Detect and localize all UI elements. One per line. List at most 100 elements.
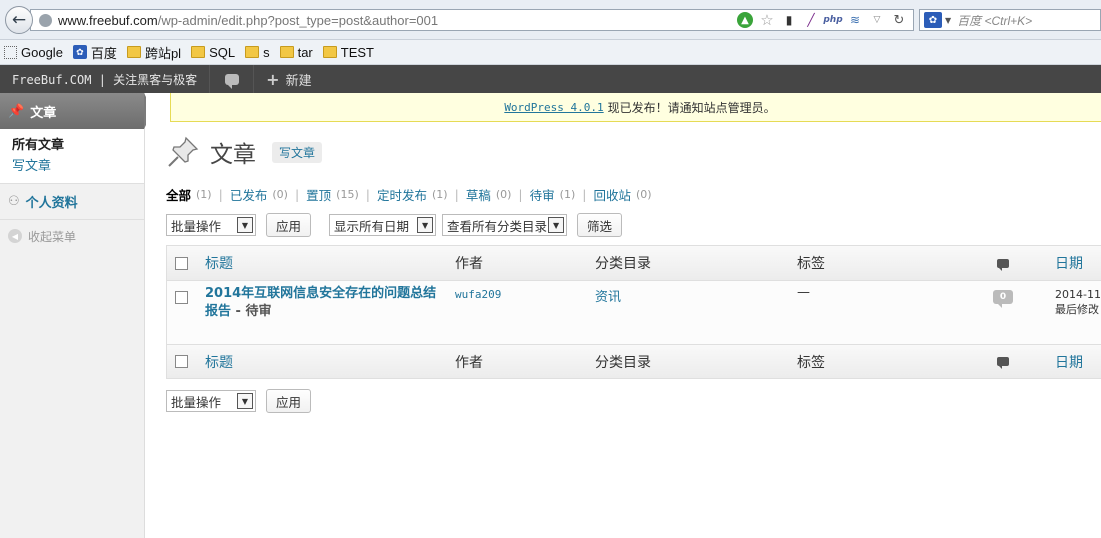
php-icon[interactable]: php — [823, 12, 842, 28]
select-all-checkbox[interactable] — [175, 256, 188, 270]
search-engine-dropdown-icon[interactable]: ▼ — [945, 16, 951, 25]
admin-bar-comments[interactable] — [210, 65, 255, 93]
address-bar-icons: ▲ ☆ ▮ ╱ php ≋ ▽ ↻ — [737, 11, 907, 29]
column-comments[interactable] — [997, 258, 1009, 271]
globe-icon — [39, 13, 52, 27]
page-icon — [4, 45, 17, 59]
bookmark-folder-test[interactable]: TEST — [322, 45, 374, 60]
bookmark-folder-sql[interactable]: SQL — [191, 45, 235, 60]
reload-icon[interactable]: ↻ — [891, 12, 907, 28]
folder-icon — [279, 46, 294, 58]
column-categories: 分类目录 — [595, 256, 651, 272]
dropdown-arrow-icon[interactable]: ▽ — [869, 12, 885, 28]
column-date-bottom[interactable]: 日期 — [1055, 352, 1083, 372]
admin-sidebar: 📌 文章 所有文章 写文章 ⚇ 个人资料 ◀ 收起菜单 — [0, 93, 153, 538]
tablenav-bottom: 批量操作 ▼ 应用 — [166, 389, 312, 413]
column-author: 作者 — [455, 256, 483, 272]
bulk-action-select-top[interactable]: 批量操作 ▼ — [166, 214, 256, 236]
bookmark-folder-tar[interactable]: tar — [279, 45, 313, 60]
column-date[interactable]: 日期 — [1055, 253, 1083, 273]
column-comments-bottom[interactable] — [997, 357, 1009, 369]
post-date: 2014-11- 最后修改 — [1055, 288, 1101, 316]
main-content: WordPress 4.0.1 现已发布！请通知站点管理员。 文章 写文章 全部… — [146, 93, 1101, 538]
column-categories-bottom: 分类目录 — [595, 354, 651, 371]
table-row: 2014年互联网信息安全存在的问题总结报告 - 待审 wufa209 资讯 — … — [167, 280, 1101, 344]
address-bar[interactable]: www.freebuf.com/wp-admin/edit.php?post_t… — [30, 9, 914, 31]
status-pending[interactable]: 待审 — [530, 185, 555, 204]
back-button[interactable]: ← — [5, 6, 33, 34]
bookmark-folder-xss[interactable]: 跨站pl — [126, 43, 181, 62]
browser-toolbar: www.freebuf.com/wp-admin/edit.php?post_t… — [0, 0, 1101, 40]
column-author-bottom: 作者 — [455, 354, 483, 371]
table-header: 标题 作者 分类目录 标签 日期 — [167, 246, 1101, 280]
dropdown-arrow-icon: ▼ — [417, 217, 434, 233]
category-filter-select[interactable]: 查看所有分类目录 ▼ — [442, 214, 568, 236]
pushpin-icon — [168, 136, 199, 167]
status-scheduled[interactable]: 定时发布 — [377, 185, 427, 204]
url-text: www.freebuf.com/wp-admin/edit.php?post_t… — [58, 12, 439, 28]
bookmark-folder-s[interactable]: s — [245, 45, 270, 60]
column-title-bottom[interactable]: 标题 — [205, 352, 233, 372]
go-arrow-icon[interactable]: ▲ — [737, 12, 753, 28]
comments-column-icon — [997, 258, 1009, 271]
bookmark-baidu[interactable]: ✿ 百度 — [72, 43, 117, 62]
bulk-action-select-bottom[interactable]: 批量操作 ▼ — [166, 390, 256, 412]
date-filter-select[interactable]: 显示所有日期 ▼ — [329, 214, 437, 236]
post-comment-count[interactable]: 0 — [993, 290, 1013, 308]
phone-icon[interactable]: ▮ — [781, 12, 797, 28]
folder-icon — [245, 46, 260, 58]
filter-button[interactable]: 筛选 — [577, 213, 623, 237]
status-published[interactable]: 已发布 — [230, 185, 268, 204]
apply-button-bottom[interactable]: 应用 — [266, 389, 312, 413]
feather-icon[interactable]: ╱ — [803, 12, 819, 28]
submenu-all-posts[interactable]: 所有文章 — [12, 135, 144, 156]
post-tags: — — [797, 285, 810, 300]
baidu-paw-icon[interactable]: ✿ — [924, 12, 942, 28]
collapse-menu[interactable]: ◀ 收起菜单 — [0, 220, 144, 252]
update-notice: WordPress 4.0.1 现已发布！请通知站点管理员。 — [170, 93, 1101, 122]
column-tags-bottom: 标签 — [797, 354, 825, 371]
menu-profile[interactable]: ⚇ 个人资料 — [0, 184, 144, 220]
comment-bubble-icon — [224, 73, 239, 89]
pin-icon: 📌 — [8, 103, 25, 119]
status-sticky[interactable]: 置顶 — [306, 185, 331, 204]
search-box[interactable]: ✿ ▼ 百度 <Ctrl+K> — [919, 9, 1101, 31]
update-notice-text: 现已发布！请通知站点管理员。 — [607, 100, 776, 115]
row-checkbox[interactable] — [175, 291, 188, 304]
status-trash[interactable]: 回收站 — [593, 185, 631, 204]
select-all-checkbox-bottom[interactable] — [175, 355, 188, 368]
column-tags: 标签 — [797, 256, 825, 272]
back-arrow-icon: ← — [11, 10, 27, 30]
bookmarks-bar: Google ✿ 百度 跨站pl SQL s tar TEST — [0, 40, 1101, 65]
bookmark-google[interactable]: Google — [4, 45, 63, 60]
posts-submenu: 所有文章 写文章 — [0, 129, 144, 184]
dropdown-arrow-icon: ▼ — [548, 217, 565, 233]
star-icon[interactable]: ☆ — [759, 11, 775, 29]
page-header: 文章 写文章 — [166, 135, 323, 169]
post-category[interactable]: 资讯 — [595, 286, 621, 305]
admin-bar-new[interactable]: + 新建 — [254, 65, 323, 93]
folder-icon — [126, 46, 141, 58]
update-notice-link[interactable]: WordPress 4.0.1 — [504, 101, 603, 114]
post-title-link[interactable]: 2014年互联网信息安全存在的问题总结报告 - 待审 — [205, 285, 445, 321]
dropdown-arrow-icon: ▼ — [237, 217, 253, 233]
status-draft[interactable]: 草稿 — [466, 185, 491, 204]
collapse-arrow-icon: ◀ — [8, 229, 22, 243]
wave-icon[interactable]: ≋ — [847, 12, 863, 28]
baidu-paw-icon: ✿ — [72, 45, 87, 59]
status-all[interactable]: 全部 — [166, 185, 191, 204]
folder-icon — [322, 46, 337, 58]
submenu-add-post[interactable]: 写文章 — [12, 156, 144, 177]
post-author[interactable]: wufa209 — [455, 288, 501, 301]
comments-column-icon — [997, 357, 1009, 369]
search-placeholder: 百度 <Ctrl+K> — [957, 13, 1033, 28]
wp-admin-bar: FreeBuf.COM | 关注黑客与极客 + 新建 — [0, 65, 1101, 93]
page-title: 文章 — [210, 142, 256, 168]
column-title[interactable]: 标题 — [205, 253, 233, 273]
table-footer: 标题 作者 分类目录 标签 日期 — [167, 344, 1101, 378]
apply-button-top[interactable]: 应用 — [266, 213, 312, 237]
menu-posts[interactable]: 📌 文章 — [0, 93, 153, 129]
post-status-filter: 全部 (1) | 已发布 (0) | 置顶 (15) | 定时发布 (1) | 草稿 (0… — [166, 185, 652, 204]
add-new-post-button[interactable]: 写文章 — [272, 141, 323, 163]
admin-bar-site-name[interactable]: FreeBuf.COM | 关注黑客与极客 — [0, 65, 211, 93]
